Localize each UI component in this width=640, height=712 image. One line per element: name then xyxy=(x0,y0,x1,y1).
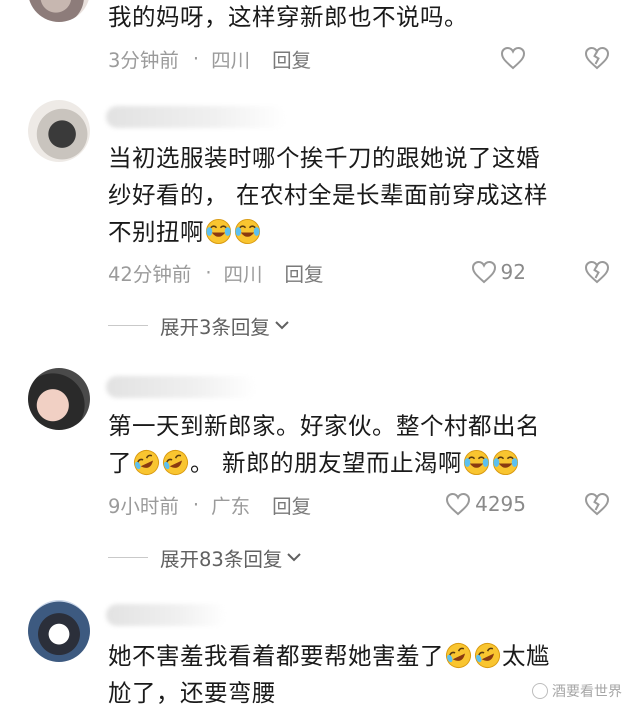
broken-heart-icon[interactable] xyxy=(584,260,610,284)
username-blurred[interactable] xyxy=(106,604,226,626)
rolling-laughing-emoji-icon xyxy=(162,449,189,476)
laughing-tears-emoji-icon xyxy=(463,449,490,476)
like-button[interactable]: 4295 xyxy=(445,492,526,516)
comment-text: 当初选服装时哪个挨千刀的跟她说了这婚 纱好看的， 在农村全是长辈面前穿成这样 不… xyxy=(108,144,548,246)
comment-location: 四川 xyxy=(223,262,263,286)
expand-replies-button[interactable]: 展开83条回复 xyxy=(108,544,302,571)
reply-button[interactable]: 回复 xyxy=(272,44,311,73)
avatar[interactable] xyxy=(28,0,90,22)
comment-text: 我的妈呀，这样穿新郎也不说吗。 xyxy=(108,3,468,31)
comment-location: 广东 xyxy=(211,494,251,518)
reply-button[interactable]: 回复 xyxy=(285,258,324,287)
username-blurred[interactable] xyxy=(106,106,286,128)
broken-heart-icon[interactable] xyxy=(584,492,610,516)
like-button[interactable]: 92 xyxy=(471,260,526,284)
laughing-tears-emoji-icon xyxy=(234,218,261,245)
like-count: 4295 xyxy=(475,492,526,516)
avatar[interactable] xyxy=(28,100,90,162)
comment-meta: 9小时前 · 广东 回复 xyxy=(108,490,311,518)
heart-icon xyxy=(445,492,471,516)
comment-actions xyxy=(500,44,610,72)
laughing-tears-emoji-icon xyxy=(205,218,232,245)
comment-meta: 42分钟前 · 四川 回复 xyxy=(108,258,324,286)
comment-time: 3分钟前 xyxy=(108,48,179,72)
like-count: 92 xyxy=(500,260,526,284)
expand-replies-label: 展开3条回复 xyxy=(160,315,270,339)
comment-meta: 3分钟前 · 四川 回复 xyxy=(108,44,311,72)
expand-replies-button[interactable]: 展开3条回复 xyxy=(108,312,290,339)
rolling-laughing-emoji-icon xyxy=(445,642,472,669)
expand-replies-label: 展开83条回复 xyxy=(160,547,283,571)
chevron-down-icon xyxy=(274,319,290,331)
broken-heart-icon[interactable] xyxy=(584,46,610,70)
avatar[interactable] xyxy=(28,368,90,430)
rolling-laughing-emoji-icon xyxy=(474,642,501,669)
rolling-laughing-emoji-icon xyxy=(133,449,160,476)
avatar[interactable] xyxy=(28,600,90,662)
comment-actions: 92 xyxy=(471,258,610,286)
watermark-text: 酒要看世界 xyxy=(552,684,622,700)
heart-icon xyxy=(471,260,497,284)
like-button[interactable] xyxy=(500,46,526,70)
watermark-logo-icon xyxy=(532,683,548,699)
reply-button[interactable]: 回复 xyxy=(272,490,311,519)
comment-text: 第一天到新郎家。好家伙。整个村都出名 了。 新郎的朋友望而止渴啊 xyxy=(108,412,540,477)
comment-location: 四川 xyxy=(211,48,251,72)
chevron-down-icon xyxy=(286,551,302,563)
comment-time: 9小时前 xyxy=(108,494,179,518)
heart-icon xyxy=(500,46,526,70)
username-blurred[interactable] xyxy=(106,376,256,398)
watermark: 酒要看世界 xyxy=(532,681,622,701)
laughing-tears-emoji-icon xyxy=(492,449,519,476)
comment-actions: 4295 xyxy=(445,490,610,518)
comment-time: 42分钟前 xyxy=(108,262,192,286)
